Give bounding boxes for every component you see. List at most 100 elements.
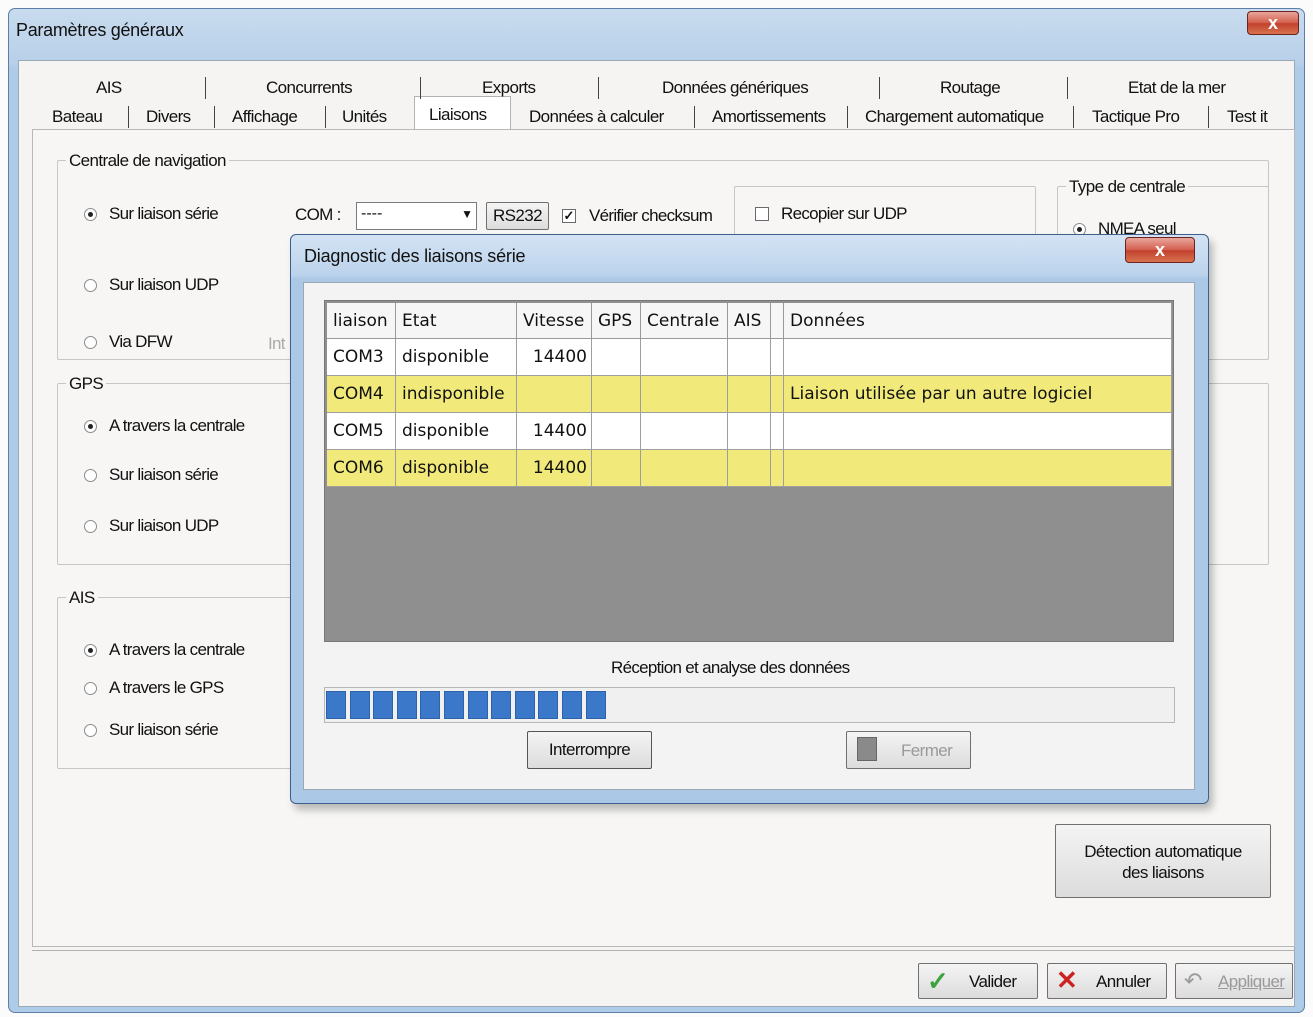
cell-gps[interactable] bbox=[592, 450, 641, 487]
cell-etat[interactable]: indisponible bbox=[396, 376, 517, 413]
cell-vitesse[interactable]: 14400 bbox=[517, 450, 592, 487]
tab-unites[interactable]: Unités bbox=[342, 107, 387, 127]
nav-serie-label: Sur liaison série bbox=[109, 204, 219, 223]
tab-separator bbox=[205, 77, 206, 99]
gps-udp-radio[interactable] bbox=[84, 520, 97, 533]
tab-separator bbox=[420, 77, 421, 99]
cell-centrale[interactable] bbox=[641, 413, 728, 450]
tab-tactique-pro[interactable]: Tactique Pro bbox=[1092, 107, 1180, 127]
cell-donnees[interactable]: Liaison utilisée par un autre logiciel bbox=[784, 376, 1172, 413]
tab-bateau[interactable]: Bateau bbox=[52, 107, 103, 127]
cell-etat[interactable]: disponible bbox=[396, 413, 517, 450]
cell-vitesse[interactable] bbox=[517, 376, 592, 413]
column-header-donnees[interactable]: Données bbox=[784, 303, 1172, 339]
tab-donnees-a-calculer[interactable]: Données à calculer bbox=[529, 107, 664, 127]
cell-ais[interactable] bbox=[728, 450, 771, 487]
cell-liaison[interactable]: COM3 bbox=[327, 339, 396, 376]
cell-vitesse[interactable]: 14400 bbox=[517, 413, 592, 450]
cell-gps[interactable] bbox=[592, 376, 641, 413]
auto-detect-button[interactable]: Détection automatique des liaisons bbox=[1055, 824, 1271, 898]
progress-segment bbox=[585, 691, 606, 719]
ais-serie-label: Sur liaison série bbox=[109, 720, 219, 739]
tab-liaisons[interactable]: Liaisons bbox=[429, 105, 487, 125]
progress-segment bbox=[326, 691, 346, 719]
column-header-etat[interactable]: Etat bbox=[396, 303, 517, 339]
gps-serie-radio[interactable] bbox=[84, 469, 97, 482]
column-header-ais[interactable]: AIS bbox=[728, 303, 771, 339]
column-header-liaison[interactable]: liaison bbox=[327, 303, 396, 339]
nav-dfw-radio[interactable] bbox=[84, 336, 97, 349]
cell-vitesse[interactable]: 14400 bbox=[517, 339, 592, 376]
cell-gps[interactable] bbox=[592, 339, 641, 376]
dialog-close-button[interactable]: x bbox=[1125, 237, 1195, 263]
progress-segment bbox=[396, 691, 417, 719]
cell-ais[interactable] bbox=[728, 376, 771, 413]
annuler-button[interactable]: ✕ Annuler bbox=[1047, 963, 1167, 999]
column-header-centrale[interactable]: Centrale bbox=[641, 303, 728, 339]
verify-checksum-checkbox[interactable]: ✓ bbox=[562, 209, 576, 223]
auto-detect-line1: Détection automatique bbox=[1084, 842, 1242, 861]
footer-divider bbox=[32, 950, 1295, 951]
cell-liaison[interactable]: COM4 bbox=[327, 376, 396, 413]
ais-centrale-radio[interactable] bbox=[84, 644, 97, 657]
cell-blank bbox=[771, 413, 784, 450]
ais-group-title: AIS bbox=[66, 588, 98, 608]
cell-blank bbox=[771, 450, 784, 487]
tab-separator bbox=[1208, 106, 1209, 128]
gps-centrale-label: A travers la centrale bbox=[109, 416, 245, 435]
cell-gps[interactable] bbox=[592, 413, 641, 450]
cell-liaison[interactable]: COM5 bbox=[327, 413, 396, 450]
tab-concurrents[interactable]: Concurrents bbox=[266, 78, 353, 98]
progress-segment bbox=[420, 691, 441, 719]
cell-etat[interactable]: disponible bbox=[396, 339, 517, 376]
interrompre-button[interactable]: Interrompre bbox=[527, 731, 652, 769]
valider-label: Valider bbox=[969, 972, 1017, 991]
column-header-gps[interactable]: GPS bbox=[592, 303, 641, 339]
valider-button[interactable]: ✓ Valider bbox=[918, 963, 1038, 999]
cell-centrale[interactable] bbox=[641, 376, 728, 413]
tab-routage[interactable]: Routage bbox=[940, 78, 1001, 98]
com-select-value: ---- bbox=[361, 205, 383, 222]
cell-etat[interactable]: disponible bbox=[396, 450, 517, 487]
column-header-blank[interactable] bbox=[771, 303, 784, 339]
progress-segment bbox=[467, 691, 488, 719]
tab-separator bbox=[128, 106, 129, 128]
appliquer-label: Appliquer bbox=[1218, 972, 1285, 991]
tab-ais[interactable]: AIS bbox=[96, 78, 122, 98]
tab-divers[interactable]: Divers bbox=[146, 107, 191, 127]
cell-liaison[interactable]: COM6 bbox=[327, 450, 396, 487]
progress-segment bbox=[349, 691, 370, 719]
com-select[interactable]: ---- ▼ bbox=[356, 202, 477, 230]
fermer-button[interactable]: Fermer bbox=[846, 731, 971, 769]
nav-udp-radio[interactable] bbox=[84, 279, 97, 292]
tab-separator bbox=[847, 106, 848, 128]
cell-centrale[interactable] bbox=[641, 339, 728, 376]
ais-serie-radio[interactable] bbox=[84, 724, 97, 737]
gps-centrale-radio[interactable] bbox=[84, 420, 97, 433]
rs232-button[interactable]: RS232 bbox=[486, 202, 549, 230]
progress-segment bbox=[538, 691, 559, 719]
cell-donnees[interactable] bbox=[784, 450, 1172, 487]
tab-amortissements[interactable]: Amortissements bbox=[712, 107, 826, 127]
verify-checksum-label: Vérifier checksum bbox=[589, 206, 713, 225]
door-icon bbox=[857, 737, 877, 761]
cell-donnees[interactable] bbox=[784, 413, 1172, 450]
nav-serie-radio[interactable] bbox=[84, 208, 97, 221]
appliquer-button[interactable]: ↶ Appliquer bbox=[1175, 963, 1293, 999]
tab-separator bbox=[694, 106, 695, 128]
cell-centrale[interactable] bbox=[641, 450, 728, 487]
column-header-vitesse[interactable]: Vitesse bbox=[517, 303, 592, 339]
copy-udp-checkbox[interactable] bbox=[755, 207, 769, 221]
cell-ais[interactable] bbox=[728, 339, 771, 376]
cell-ais[interactable] bbox=[728, 413, 771, 450]
tab-etat-de-la-mer[interactable]: Etat de la mer bbox=[1128, 78, 1226, 98]
tab-affichage[interactable]: Affichage bbox=[232, 107, 298, 127]
cell-donnees[interactable] bbox=[784, 339, 1172, 376]
tab-test-it[interactable]: Test it bbox=[1227, 107, 1268, 127]
ais-gps-radio[interactable] bbox=[84, 682, 97, 695]
tab-donnees-generiques[interactable]: Données génériques bbox=[662, 78, 809, 98]
tab-exports[interactable]: Exports bbox=[482, 78, 536, 98]
window-close-button[interactable]: x bbox=[1247, 11, 1299, 35]
progress-label: Réception et analyse des données bbox=[611, 658, 850, 677]
tab-chargement-automatique[interactable]: Chargement automatique bbox=[865, 107, 1044, 127]
